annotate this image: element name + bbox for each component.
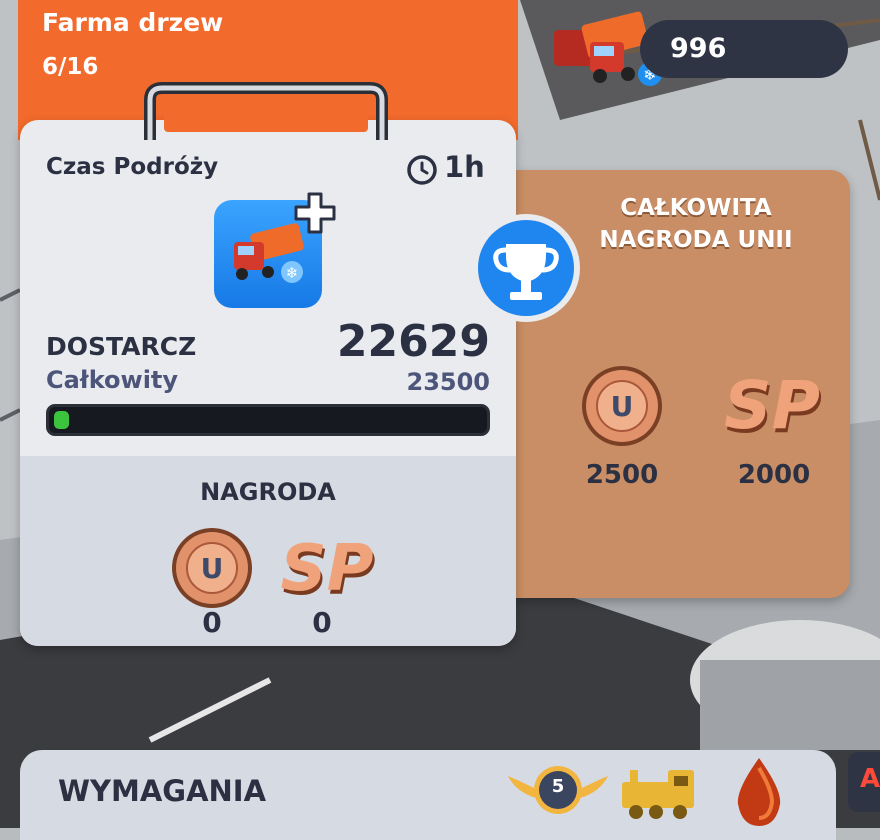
requirements-bar[interactable]: WYMAGANIA 5 [20, 750, 836, 840]
travel-time-label: Czas Podróży [46, 154, 219, 180]
plus-icon[interactable] [292, 190, 338, 236]
union-reward-title: CAŁKOWITA NAGRODA UNII [599, 195, 793, 253]
deliver-label: DOSTARCZ [46, 332, 197, 361]
edge-button[interactable]: A [848, 752, 880, 812]
reward-sp-amount: 0 [312, 606, 332, 639]
reward-union-coin-amount: 0 [202, 606, 222, 639]
delivery-progress-fill [54, 411, 69, 429]
requirements-label: WYMAGANIA [58, 774, 267, 808]
edge-button-label: A [860, 764, 880, 794]
truck-counter: 996 [640, 20, 848, 78]
trophy-icon[interactable] [470, 212, 582, 324]
clipboard-clip [144, 82, 388, 140]
job-progress-count: 6/16 [42, 54, 99, 80]
clock-icon [407, 155, 437, 185]
reward-label: NAGRODA [200, 478, 336, 506]
union-sp-amount: 2000 [737, 460, 811, 490]
svg-text:SP: SP [281, 532, 374, 606]
union-coin-icon: U [172, 528, 252, 608]
svg-text:SP: SP [724, 367, 820, 444]
delivery-progress-bar [46, 404, 490, 436]
sp-badge-icon: SP SP [724, 367, 822, 448]
total-value: 23500 [406, 368, 491, 396]
sp-badge-icon: SP SP [281, 532, 376, 610]
total-label: Całkowity [46, 366, 179, 394]
level-value: 5 [551, 776, 565, 797]
delivery-card: Czas Podróży 1h ❄ DOSTARCZ 22629 Całkowi… [20, 120, 516, 646]
travel-time-value: 1h [444, 150, 485, 184]
union-coin-icon: U [582, 366, 662, 446]
svg-text:U: U [611, 390, 634, 423]
job-title: Farma drzew [42, 8, 224, 37]
truck-counter-value: 996 [670, 33, 727, 64]
oil-drop-icon [737, 758, 781, 826]
svg-text:❄: ❄ [286, 264, 299, 282]
union-coin-amount: 2500 [585, 460, 659, 490]
svg-text:U: U [201, 552, 224, 585]
deliver-value: 22629 [336, 316, 490, 367]
locomotive-icon [622, 770, 694, 819]
